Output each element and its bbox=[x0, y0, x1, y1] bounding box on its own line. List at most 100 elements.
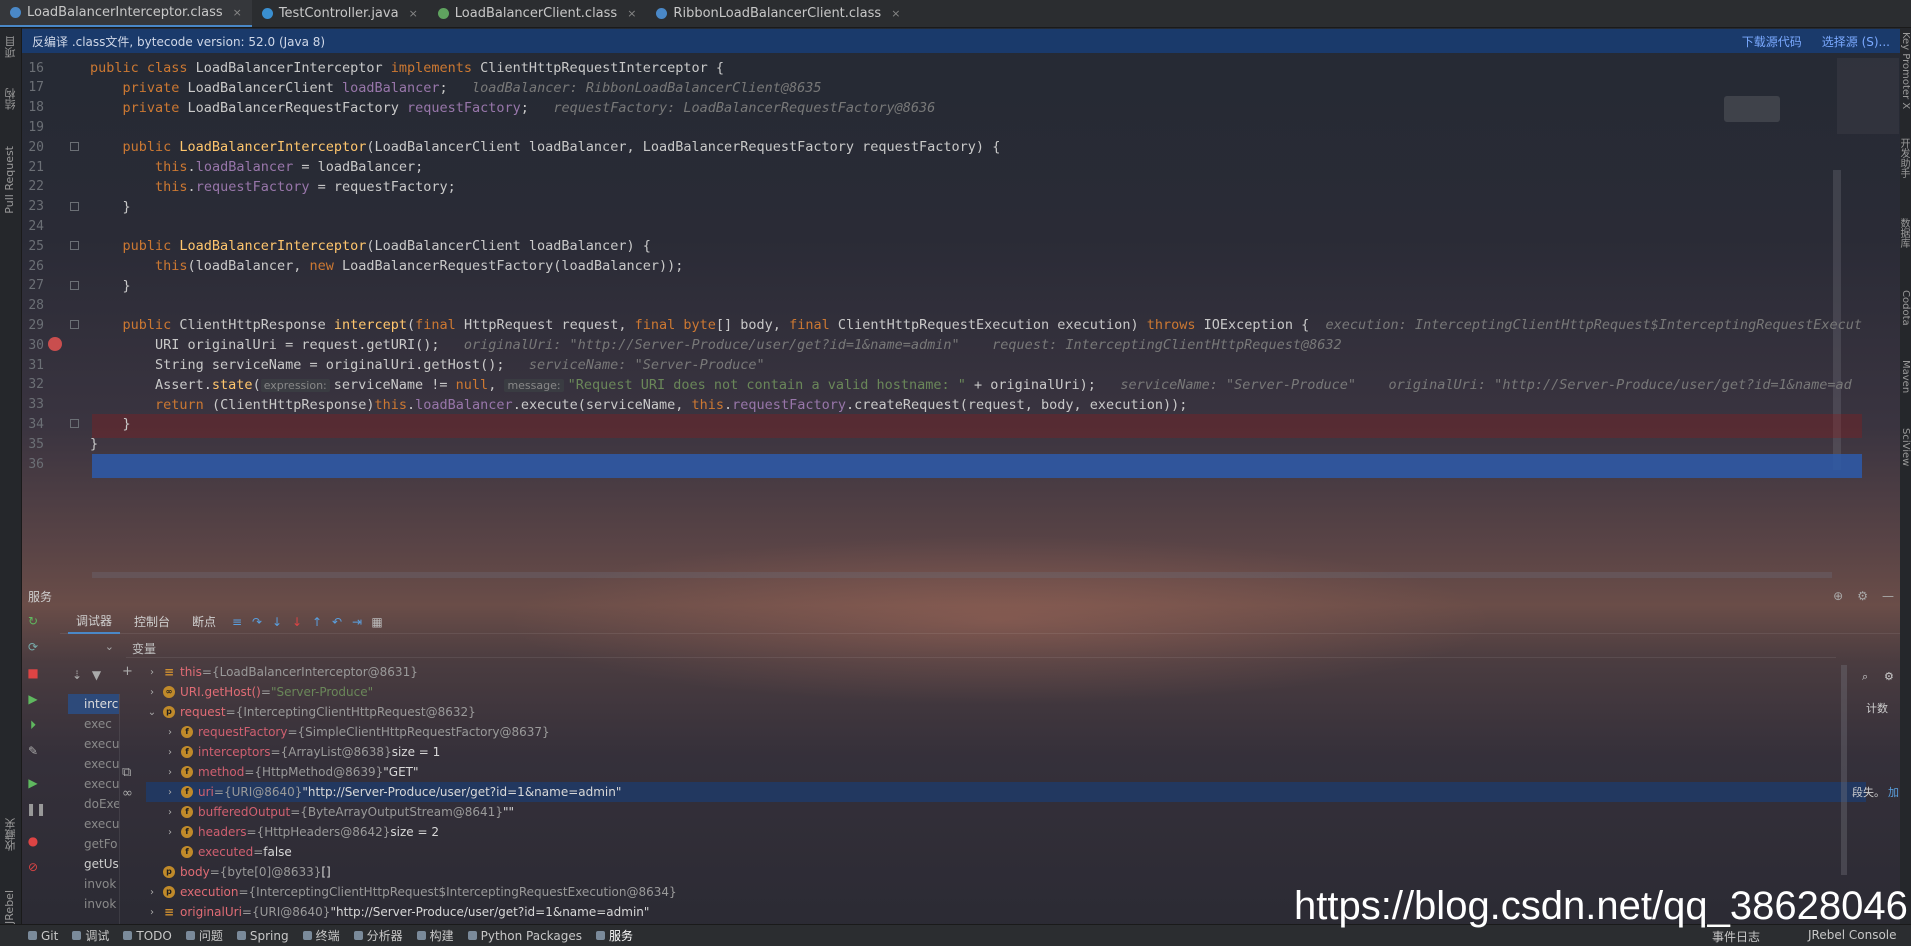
line-number[interactable]: 25 bbox=[22, 239, 44, 254]
stack-frame[interactable]: getFo bbox=[68, 834, 119, 854]
choose-sources-link[interactable]: 选择源 (S)... bbox=[1822, 33, 1890, 50]
watch-glasses-icon[interactable]: ∞ bbox=[122, 786, 142, 801]
step-over-icon[interactable]: ↷ bbox=[250, 615, 264, 629]
line-number[interactable]: 23 bbox=[22, 199, 44, 214]
stack-frame[interactable]: execu bbox=[68, 814, 119, 834]
variable-row[interactable]: f executed = false bbox=[146, 842, 1866, 862]
line-number[interactable]: 24 bbox=[22, 219, 44, 234]
show-execution-point-icon[interactable]: ≡ bbox=[230, 615, 244, 629]
evaluate-icon[interactable]: ▦ bbox=[370, 615, 384, 629]
expand-chevron-icon[interactable]: › bbox=[146, 687, 158, 698]
stack-frame[interactable]: invok bbox=[68, 874, 119, 894]
tab-2[interactable]: LoadBalancerClient.class × bbox=[428, 0, 647, 27]
key-promoter-label[interactable]: Key Promoter X bbox=[1900, 32, 1911, 109]
variable-row[interactable]: ⌄ p request = {InterceptingClientHttpReque… bbox=[146, 702, 1866, 722]
tool-window-1[interactable]: 调试 bbox=[72, 927, 109, 944]
sort-icon[interactable]: ⇣ bbox=[72, 668, 82, 682]
variable-row[interactable]: p body = {byte[0]@8633} [] bbox=[146, 862, 1866, 882]
code-line[interactable]: 36 bbox=[22, 452, 1842, 476]
structure-tool-label[interactable]: 结构 bbox=[3, 88, 19, 110]
tool-window-5[interactable]: 终端 bbox=[302, 927, 340, 944]
tab-debugger[interactable]: 调试器 bbox=[68, 609, 121, 634]
database-label[interactable]: 数据库 bbox=[1896, 218, 1911, 248]
line-number[interactable]: 35 bbox=[22, 437, 44, 452]
force-step-into-icon[interactable]: ↓ bbox=[290, 615, 304, 629]
line-number[interactable]: 30 bbox=[22, 338, 44, 353]
stack-frame[interactable]: doExe bbox=[68, 794, 119, 814]
dev-helper-label[interactable]: 开发助手 bbox=[1896, 138, 1911, 178]
tab-3[interactable]: RibbonLoadBalancerClient.class × bbox=[646, 0, 910, 27]
drop-frame-icon[interactable]: ↶ bbox=[330, 615, 344, 629]
fold-marker-icon[interactable] bbox=[70, 201, 79, 211]
breakpoint-icon[interactable] bbox=[48, 337, 62, 352]
expand-chevron-icon[interactable]: › bbox=[164, 727, 176, 738]
step-out-icon[interactable]: ↑ bbox=[310, 615, 324, 629]
expand-chevron-icon[interactable]: › bbox=[164, 787, 176, 798]
tab-0[interactable]: LoadBalancerInterceptor.class × bbox=[0, 0, 252, 27]
variable-row[interactable]: › f requestFactory = {SimpleClientHttpRequ… bbox=[146, 722, 1866, 742]
fold-marker-icon[interactable] bbox=[70, 419, 79, 429]
event-log-button[interactable]: 事件日志 bbox=[1712, 928, 1760, 945]
expand-chevron-icon[interactable]: › bbox=[164, 807, 176, 818]
stack-frame[interactable]: execu bbox=[68, 734, 119, 754]
tool-window-8[interactable]: Python Packages bbox=[467, 929, 582, 943]
globe-icon[interactable]: ⊕ bbox=[1833, 589, 1843, 603]
line-number[interactable]: 33 bbox=[22, 397, 44, 412]
project-tool-label[interactable]: 项目 bbox=[3, 36, 19, 58]
fold-marker-icon[interactable] bbox=[70, 142, 79, 152]
rerun-icon[interactable]: ↻ bbox=[26, 614, 40, 628]
fold-marker-icon[interactable] bbox=[70, 241, 79, 251]
editor-horizontal-scrollbar[interactable] bbox=[92, 572, 1832, 578]
add-watch-icon[interactable]: + bbox=[122, 664, 142, 679]
line-number[interactable]: 36 bbox=[22, 457, 44, 472]
maven-label[interactable]: Maven bbox=[1900, 360, 1911, 393]
tab-console[interactable]: 控制台 bbox=[126, 610, 178, 633]
tool-window-6[interactable]: 分析器 bbox=[353, 927, 403, 944]
tool-window-3[interactable]: 问题 bbox=[185, 927, 223, 944]
expand-chevron-icon[interactable]: ⌄ bbox=[146, 707, 158, 718]
code-editor[interactable]: 16 public class LoadBalancerInterceptor i… bbox=[22, 54, 1862, 576]
pause-icon[interactable]: ❚❚ bbox=[26, 802, 46, 816]
tool-window-9[interactable]: 服务 bbox=[596, 927, 633, 944]
close-icon[interactable]: × bbox=[627, 7, 636, 20]
stack-frame[interactable]: interc bbox=[68, 694, 119, 714]
step-into-icon[interactable]: ↓ bbox=[270, 615, 284, 629]
expand-chevron-icon[interactable]: › bbox=[146, 667, 158, 678]
line-number[interactable]: 27 bbox=[22, 278, 44, 293]
line-number[interactable]: 28 bbox=[22, 298, 44, 313]
line-number[interactable]: 20 bbox=[22, 140, 44, 155]
tab-1[interactable]: TestController.java × bbox=[252, 0, 428, 27]
variable-row[interactable]: › f method = {HttpMethod@8639} "GET" bbox=[146, 762, 1866, 782]
favorites-tool-label[interactable]: 收藏夹 bbox=[3, 818, 19, 851]
variable-row[interactable]: › ∞ URI.getHost() = "Server-Produce" bbox=[146, 682, 1866, 702]
line-number[interactable]: 16 bbox=[22, 61, 44, 76]
gear-icon[interactable]: ⚙ bbox=[1884, 670, 1894, 683]
rerun-debug-icon[interactable]: ⟳ bbox=[26, 640, 40, 654]
tool-window-7[interactable]: 构建 bbox=[416, 927, 454, 944]
line-number[interactable]: 32 bbox=[22, 377, 44, 392]
tool-window-0[interactable]: Git bbox=[28, 929, 58, 943]
stack-frame[interactable]: execu bbox=[68, 774, 119, 794]
stack-frame[interactable]: getUs bbox=[68, 854, 119, 874]
expand-chevron-icon[interactable]: › bbox=[146, 887, 158, 898]
stack-frame[interactable]: execu bbox=[68, 754, 119, 774]
fold-marker-icon[interactable] bbox=[70, 320, 79, 330]
jrebel-console-button[interactable]: JRebel Console bbox=[1808, 928, 1897, 942]
expand-chevron-icon[interactable]: › bbox=[146, 907, 158, 918]
stack-frame[interactable]: exec bbox=[68, 714, 119, 734]
variable-row[interactable]: › ≡ this = {LoadBalancerInterceptor@8631} bbox=[146, 662, 1866, 682]
variable-row[interactable]: › f uri = {URI@8640} "http://Server-Produc… bbox=[146, 782, 1866, 802]
filter-icon[interactable]: ▼ bbox=[92, 668, 101, 682]
line-number[interactable]: 26 bbox=[22, 259, 44, 274]
run-to-cursor-icon[interactable]: ⇥ bbox=[350, 615, 364, 629]
line-number[interactable]: 29 bbox=[22, 318, 44, 333]
resume-all-icon[interactable]: ⏵ bbox=[26, 718, 40, 732]
fold-marker-icon[interactable] bbox=[70, 280, 79, 290]
line-number[interactable]: 34 bbox=[22, 417, 44, 432]
code-minimap[interactable] bbox=[1837, 58, 1899, 134]
codota-label[interactable]: Codota bbox=[1900, 290, 1911, 326]
frames-filter-dropdown[interactable]: ⌄ bbox=[68, 640, 120, 658]
variable-row[interactable]: › f headers = {HttpHeaders@8642} size = 2 bbox=[146, 822, 1866, 842]
gutter[interactable] bbox=[44, 452, 90, 476]
pull-request-tool-label[interactable]: Pull Request bbox=[3, 146, 16, 214]
